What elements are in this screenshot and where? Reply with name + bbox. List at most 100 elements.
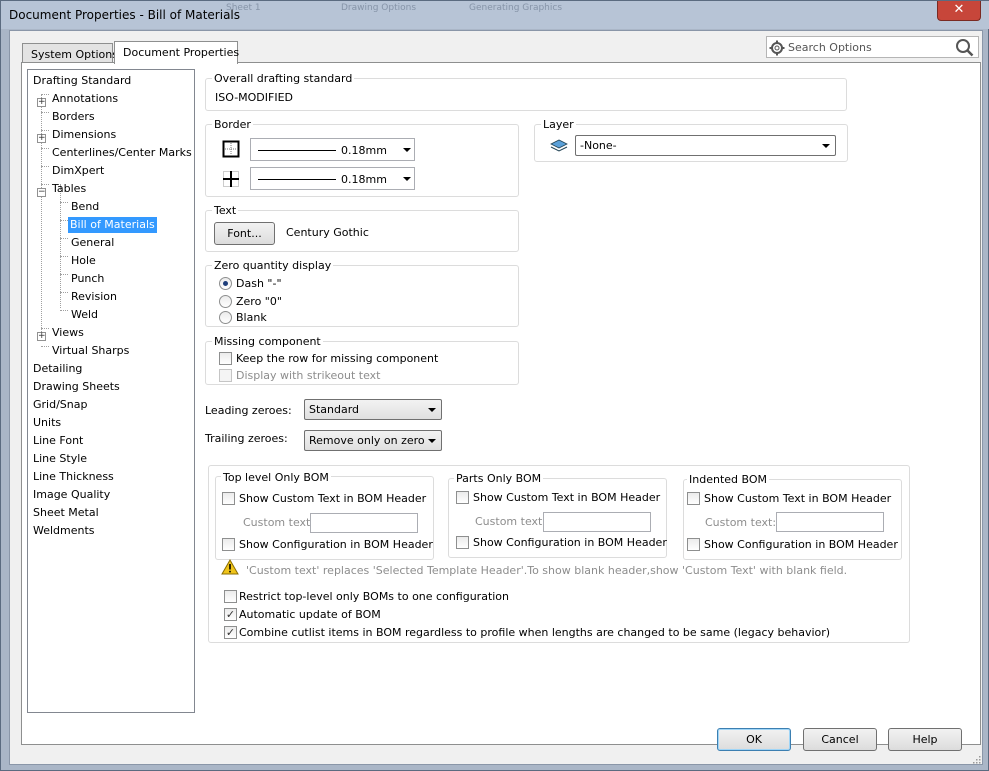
layer-value: -None-: [580, 139, 617, 152]
tree-item-image-quality[interactable]: Image Quality: [31, 487, 112, 503]
tree-item-hole[interactable]: Hole: [69, 253, 98, 269]
tab-document-properties[interactable]: Document Properties: [114, 41, 239, 64]
keep-row-checkbox[interactable]: [219, 352, 232, 365]
tree-item-weld[interactable]: Weld: [69, 307, 100, 323]
radio-label: Zero "0": [236, 295, 282, 308]
ok-button[interactable]: OK: [717, 728, 791, 751]
tree-item-grid-snap[interactable]: Grid/Snap: [31, 397, 89, 413]
button-label: Help: [912, 733, 938, 746]
expand-icon[interactable]: +: [37, 134, 46, 143]
chevron-down-icon: [428, 439, 436, 443]
inner-border-icon: [223, 171, 239, 187]
tree-item-tables[interactable]: Tables: [50, 181, 88, 197]
tree-item-punch[interactable]: Punch: [69, 271, 106, 287]
tree-item-drawing-sheets[interactable]: Drawing Sheets: [31, 379, 122, 395]
cancel-button[interactable]: Cancel: [803, 728, 877, 751]
tree-item-bend[interactable]: Bend: [69, 199, 101, 215]
tree-item-units[interactable]: Units: [31, 415, 63, 431]
tree-item-virtual-sharps[interactable]: Virtual Sharps: [50, 343, 131, 359]
resize-grip-icon[interactable]: [971, 754, 981, 764]
background-text: Sheet 1: [226, 3, 261, 13]
group-label: Indented BOM: [687, 473, 769, 486]
restrict-top-level-checkbox[interactable]: [224, 590, 237, 603]
checkbox-label: Show Configuration in BOM Header: [473, 536, 667, 549]
top-level-show-config-checkbox[interactable]: [222, 538, 235, 551]
title-bar[interactable]: Document Properties - Bill of Materials …: [1, 1, 989, 29]
options-tree[interactable]: + + − + Drafting Standard Annotations Bo…: [27, 69, 195, 713]
tree-item-sheet-metal[interactable]: Sheet Metal: [31, 505, 101, 521]
group-label: Parts Only BOM: [454, 472, 544, 485]
parts-only-custom-text-input[interactable]: [543, 512, 651, 532]
tree-item-annotations[interactable]: Annotations: [50, 91, 120, 107]
expand-icon[interactable]: +: [37, 98, 46, 107]
indented-custom-header-checkbox[interactable]: [687, 492, 700, 505]
tree-item-line-thickness[interactable]: Line Thickness: [31, 469, 116, 485]
chevron-down-icon: [822, 144, 830, 148]
combine-cutlist-checkbox[interactable]: ✓: [224, 626, 237, 639]
tree-item-general[interactable]: General: [69, 235, 116, 251]
help-button[interactable]: Help: [888, 728, 962, 751]
group-label: Text: [212, 204, 239, 217]
tree-item-revision[interactable]: Revision: [69, 289, 119, 305]
outer-border-thickness-select[interactable]: 0.18mm: [250, 138, 415, 161]
leading-zeroes-select[interactable]: Standard: [304, 399, 442, 420]
expand-icon[interactable]: +: [37, 332, 46, 341]
chevron-down-icon: [428, 408, 436, 412]
auto-update-bom-checkbox[interactable]: ✓: [224, 608, 237, 621]
tree-item-views[interactable]: Views: [50, 325, 86, 341]
group-label: Overall drafting standard: [212, 72, 355, 85]
parts-only-show-config-checkbox[interactable]: [456, 536, 469, 549]
checkbox-label: Show Configuration in BOM Header: [239, 538, 433, 551]
checkbox-label: Display with strikeout text: [236, 369, 381, 382]
indented-show-config-checkbox[interactable]: [687, 538, 700, 551]
dialog-window: Document Properties - Bill of Materials …: [0, 0, 989, 771]
chevron-down-icon: [403, 177, 411, 181]
group-label: Top level Only BOM: [221, 471, 331, 484]
button-label: OK: [746, 733, 762, 746]
font-name: Century Gothic: [286, 226, 369, 239]
warning-icon: [221, 559, 239, 575]
outer-border-icon: [222, 140, 240, 158]
radio-label: Blank: [236, 311, 267, 324]
tab-system-options[interactable]: System Options: [22, 43, 118, 64]
tree-item-weldments[interactable]: Weldments: [31, 523, 97, 539]
top-level-custom-text-input[interactable]: [310, 513, 418, 533]
button-label: Cancel: [821, 733, 859, 746]
collapse-icon[interactable]: −: [37, 188, 46, 197]
tree-item-detailing[interactable]: Detailing: [31, 361, 84, 377]
tree-item-bill-of-materials[interactable]: Bill of Materials: [68, 217, 157, 233]
top-level-custom-header-checkbox[interactable]: [222, 492, 235, 505]
zero-display-zero-radio[interactable]: [219, 295, 232, 308]
search-options-box[interactable]: Search Options: [766, 36, 979, 58]
chevron-down-icon: [403, 148, 411, 152]
checkbox-label: Show Configuration in BOM Header: [704, 538, 898, 551]
close-button[interactable]: ✕: [937, 1, 981, 21]
tree-item-centerlines[interactable]: Centerlines/Center Marks: [50, 145, 194, 161]
layers-icon: [550, 139, 568, 152]
checkbox-label: Show Custom Text in BOM Header: [239, 492, 427, 505]
tree-item-line-style[interactable]: Line Style: [31, 451, 89, 467]
parts-only-custom-header-checkbox[interactable]: [456, 491, 469, 504]
leading-zeroes-label: Leading zeroes:: [205, 404, 292, 417]
zero-display-dash-radio[interactable]: [219, 277, 232, 290]
indented-custom-text-input[interactable]: [776, 512, 884, 532]
tree-item-drafting-standard[interactable]: Drafting Standard: [31, 73, 133, 89]
group-label: Zero quantity display: [212, 259, 334, 272]
font-button[interactable]: Font...: [214, 222, 275, 245]
inner-border-thickness-select[interactable]: 0.18mm: [250, 167, 415, 190]
search-icon[interactable]: [955, 38, 974, 57]
tree-item-dimxpert[interactable]: DimXpert: [50, 163, 106, 179]
checkbox-label: Combine cutlist items in BOM regardless …: [239, 626, 831, 639]
search-input[interactable]: Search Options: [788, 41, 872, 54]
close-icon: ✕: [953, 2, 965, 17]
tree-item-line-font[interactable]: Line Font: [31, 433, 85, 449]
thickness-value: 0.18mm: [341, 173, 387, 186]
zero-display-blank-radio[interactable]: [219, 311, 232, 324]
tab-label: System Options: [31, 48, 118, 61]
strikeout-checkbox[interactable]: [219, 369, 232, 382]
layer-select[interactable]: -None-: [575, 135, 836, 156]
checkbox-label: Restrict top-level only BOMs to one conf…: [239, 590, 510, 603]
tree-item-dimensions[interactable]: Dimensions: [50, 127, 118, 143]
tree-item-borders[interactable]: Borders: [50, 109, 97, 125]
trailing-zeroes-select[interactable]: Remove only on zero: [304, 430, 442, 451]
